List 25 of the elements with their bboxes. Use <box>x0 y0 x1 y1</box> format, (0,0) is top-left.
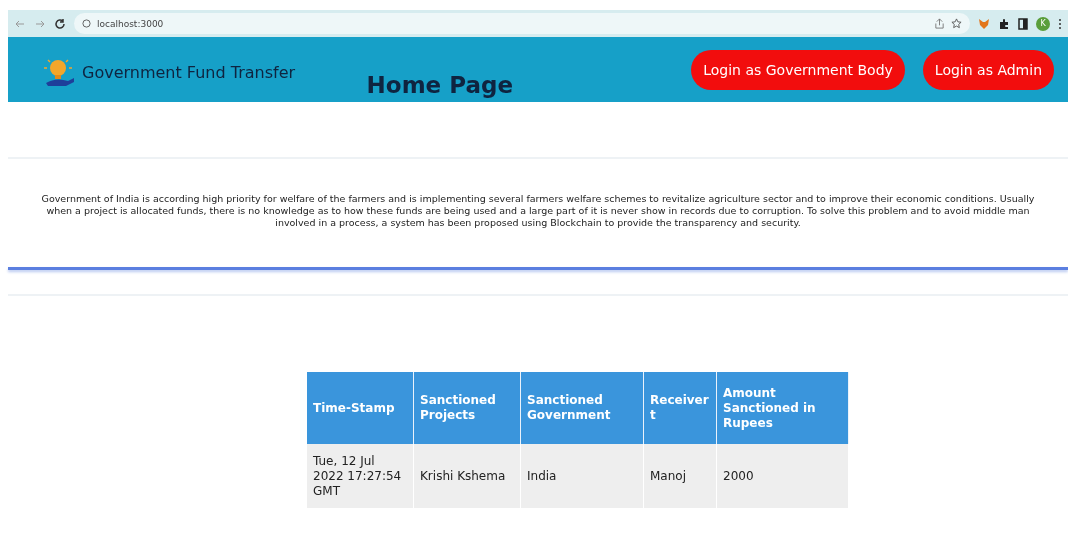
page-title: Home Page <box>366 72 515 100</box>
fox-icon[interactable] <box>978 17 990 30</box>
address-bar[interactable]: localhost:3000 <box>74 13 970 34</box>
table-cell: Tue, 12 Jul 2022 17:27:54 GMT <box>307 444 414 508</box>
column-header: Time-Stamp <box>307 372 414 444</box>
puzzle-icon[interactable] <box>998 17 1010 30</box>
info-icon <box>82 19 91 28</box>
login-button[interactable]: Login as Admin <box>922 49 1054 90</box>
table-cell: India <box>520 444 644 508</box>
column-header: Sanctioned Projects <box>413 372 521 444</box>
menu-icon[interactable] <box>1058 17 1062 30</box>
column-header: Receivert <box>643 372 717 444</box>
table-cell: Krishi Kshema <box>413 444 521 508</box>
table-cell: Manoj <box>643 444 717 508</box>
star-icon[interactable] <box>951 18 962 29</box>
brand-name: Government Fund Transfer <box>82 62 296 82</box>
profile-avatar[interactable]: K <box>1036 16 1050 31</box>
column-header: Sanctioned Government <box>520 372 644 444</box>
intro-paragraph: Government of India is according high priority for welfare of the farmers and is implementing several farmers welfare schemes to revitalize agriculture sector and to improve their economic conditions. Usually when a project is allocated funds, there is no knowledge as to how these funds are being used and a large part of it is never show in records due to corruption. To solve this problem and to avoid middle man involved in a process, a system has been proposed using Blockchain to provide the transparency and security. <box>40 193 1036 229</box>
sidebar-icon[interactable] <box>1018 17 1028 30</box>
column-header: Amount Sanctioned in Rupees <box>716 372 849 444</box>
share-icon[interactable] <box>934 18 945 29</box>
table-cell: 2000 <box>716 444 849 508</box>
reload-icon[interactable] <box>54 17 66 30</box>
login-button[interactable]: Login as Government Body <box>691 49 905 90</box>
